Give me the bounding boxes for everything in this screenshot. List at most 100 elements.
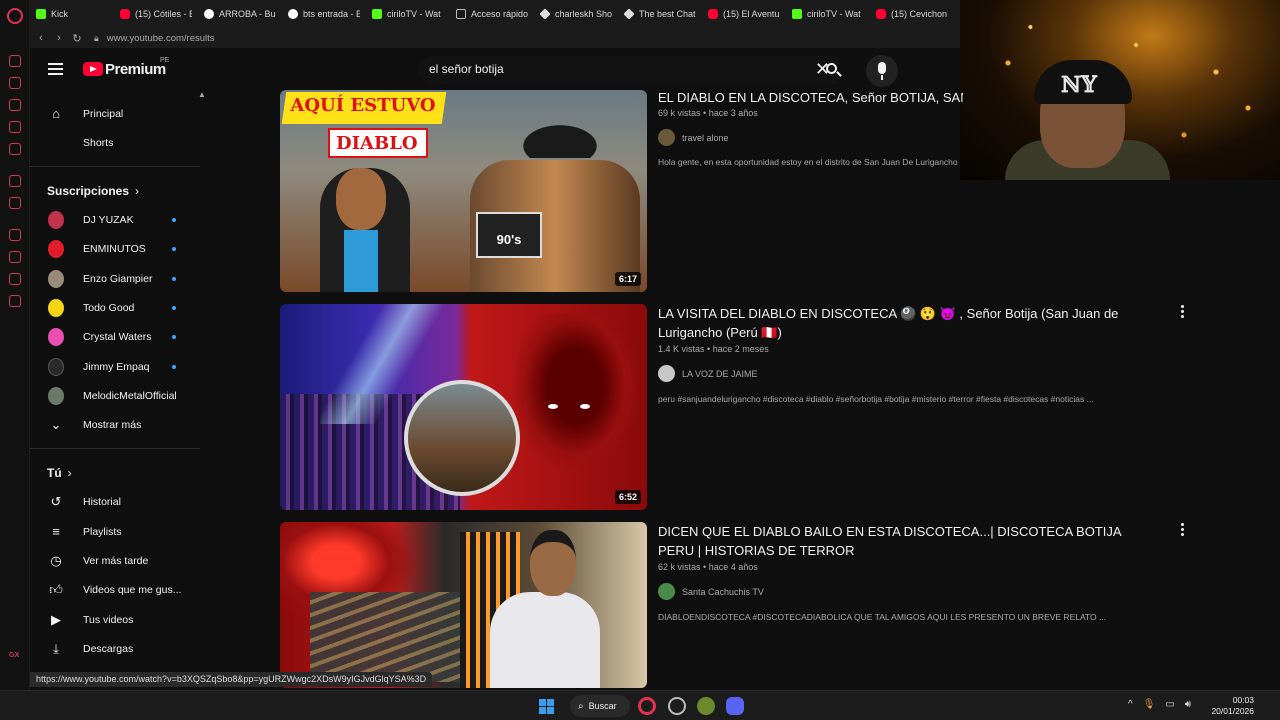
mail-icon[interactable] [9, 143, 21, 155]
chevron-up-icon[interactable]: ^ [1128, 699, 1133, 710]
browser-tab[interactable]: ciriloTV - Wat [786, 0, 870, 28]
browser-tab[interactable]: charleskh Sho [534, 0, 618, 28]
volume-icon[interactable]: 🔊︎ [1185, 699, 1191, 710]
video-thumbnail[interactable]: 6:52 [280, 304, 647, 510]
video-title[interactable]: EL DIABLO EN LA DISCOTECA, Señor BOTIJA,… [658, 88, 963, 107]
sidebar-item-your-videos[interactable]: ▶ Tus videos [30, 605, 200, 634]
channel-link[interactable]: Santa Cachuchis TV [658, 583, 764, 600]
channel-link[interactable]: travel alone [658, 129, 729, 146]
new-content-dot [172, 246, 176, 251]
forward-icon[interactable]: › [50, 32, 68, 44]
your-videos-icon: ▶ [51, 611, 61, 627]
browser-tab[interactable]: Kick [30, 0, 114, 28]
back-icon[interactable]: ‹ [32, 32, 50, 44]
video-title[interactable]: DICEN QUE EL DIABLO BAILO EN ESTA DISCOT… [658, 522, 1158, 560]
sidebar-item-subscription[interactable]: Jimmy Empaq [30, 352, 200, 381]
sidebar-item-shorts[interactable]: Shorts [30, 128, 200, 157]
history-rail-icon[interactable] [9, 251, 21, 263]
taskbar-search-button[interactable]: ⌕ Buscar [570, 695, 630, 717]
sidebar-item-label: Todo Good [83, 301, 135, 314]
voice-search-button[interactable] [866, 55, 898, 87]
sidebar-item-subscription[interactable]: ENMINUTOS [30, 234, 200, 263]
browser-tab[interactable]: The best Chat [618, 0, 702, 28]
network-icon[interactable]: ▭ [1165, 699, 1174, 710]
sidebar-item-subscription[interactable]: MelodicMetalOfficial [30, 381, 200, 410]
settings-icon[interactable] [9, 295, 21, 307]
opera-logo-icon[interactable] [7, 8, 23, 24]
sidebar-item-subscription[interactable]: DJ YUZAK [30, 205, 200, 234]
gx-icon[interactable]: GX [9, 652, 19, 659]
x-twitter-icon[interactable] [9, 197, 21, 209]
sidebar-item-label: Principal [83, 107, 124, 120]
subscriptions-heading[interactable]: Suscripciones › [47, 184, 139, 198]
extensions-icon[interactable] [9, 273, 21, 285]
video-thumbnail[interactable]: 90's AQUÍ ESTUVO DIABLO 6:17 [280, 90, 647, 292]
you-heading[interactable]: Tú › [47, 466, 72, 480]
sidebar-item-principal[interactable]: ⌂ Principal [30, 99, 200, 128]
opera-gx-icon[interactable] [638, 697, 656, 715]
url-field[interactable]: www.youtube.com/results [107, 33, 215, 44]
search-input[interactable]: el señor botija ✕ [418, 56, 838, 84]
brand-label[interactable]: Premium [105, 61, 166, 78]
telegram-icon[interactable] [9, 99, 21, 111]
new-content-dot [172, 364, 176, 369]
browser-tab[interactable]: bts entrada - E [282, 0, 366, 28]
sidebar-item-playlists[interactable]: ≡ Playlists [30, 517, 200, 546]
more-actions-icon[interactable] [1178, 305, 1186, 319]
kick-icon [372, 9, 382, 19]
browser-tab[interactable]: ARROBA - Bus [198, 0, 282, 28]
video-description: Hola gente, en esta oportunidad estoy en… [658, 157, 958, 167]
sidebar-item-watch-later[interactable]: ◷ Ver más tarde [30, 546, 200, 575]
search-button[interactable] [818, 56, 848, 84]
instagram-icon[interactable] [9, 121, 21, 133]
speed-dial-icon [456, 9, 466, 19]
discord-icon[interactable] [726, 697, 744, 715]
video-title[interactable]: LA VISITA DEL DIABLO EN DISCOTECA 🎱 😲 👿 … [658, 304, 1158, 342]
twitch-icon[interactable] [9, 175, 21, 187]
messenger-icon[interactable] [9, 55, 21, 67]
menu-icon[interactable] [48, 63, 63, 75]
microphone-icon[interactable]: 🎙︎ [1143, 699, 1156, 710]
reload-icon[interactable]: ↻ [68, 32, 86, 45]
youtube-logo-icon[interactable] [83, 62, 103, 76]
more-actions-icon[interactable] [1178, 523, 1186, 537]
sidebar-item-label: ENMINUTOS [83, 242, 146, 255]
avatar [48, 210, 64, 229]
sidebar-item-downloads[interactable]: ⤓ Descargas [30, 634, 200, 663]
tab-label: bts entrada - E [303, 9, 360, 19]
channel-avatar [658, 129, 675, 146]
browser-tab[interactable]: (15) Cevichon [870, 0, 954, 28]
video-thumbnail[interactable] [280, 522, 647, 688]
channel-avatar [658, 583, 675, 600]
show-more-button[interactable]: ⌄ Mostrar más [30, 410, 200, 439]
show-more-label: Mostrar más [83, 418, 142, 431]
app-icon[interactable] [697, 697, 715, 715]
browser-tab[interactable]: ciriloTV - Wat [366, 0, 450, 28]
tab-label: Acceso rápido [471, 9, 528, 19]
thumbnail-caption: DIABLO [336, 133, 418, 154]
collapse-chevron-icon[interactable]: ▲ [198, 90, 206, 99]
browser-tab[interactable]: (15) El Aventur [702, 0, 786, 28]
you-title: Tú [47, 466, 62, 480]
sidebar-item-subscription[interactable]: Todo Good [30, 293, 200, 322]
app-icon[interactable] [668, 697, 686, 715]
sidebar-item-historial[interactable]: ↺ Historial [30, 487, 200, 516]
sidebar-item-subscription[interactable]: Crystal Waters [30, 322, 200, 351]
sidebar-item-subscription[interactable]: Enzo Giampier [30, 264, 200, 293]
clock-icon: ◷ [50, 552, 62, 568]
opera-sidebar: GX [0, 0, 30, 690]
channel-link[interactable]: LA VOZ DE JAIME [658, 365, 758, 382]
browser-tab[interactable]: Acceso rápido [450, 0, 534, 28]
whatsapp-icon[interactable] [9, 77, 21, 89]
browser-tab[interactable]: (15) Cótiles - E [114, 0, 198, 28]
history-icon: ↺ [50, 493, 62, 509]
sidebar-item-liked-videos[interactable]: 👍︎ Videos que me gus... [30, 575, 200, 604]
player-icon[interactable] [9, 229, 21, 241]
ny-logo-icon: ℕ𝕐 [1061, 72, 1097, 98]
avatar [48, 357, 64, 376]
taskbar-clock[interactable]: 00:03 20/01/2026 [1208, 695, 1254, 717]
windows-start-icon[interactable] [539, 699, 554, 714]
region-code: PE [160, 57, 170, 64]
chevron-down-icon: ⌄ [50, 416, 62, 432]
video-meta: 62 k vistas • hace 4 años [658, 562, 758, 572]
